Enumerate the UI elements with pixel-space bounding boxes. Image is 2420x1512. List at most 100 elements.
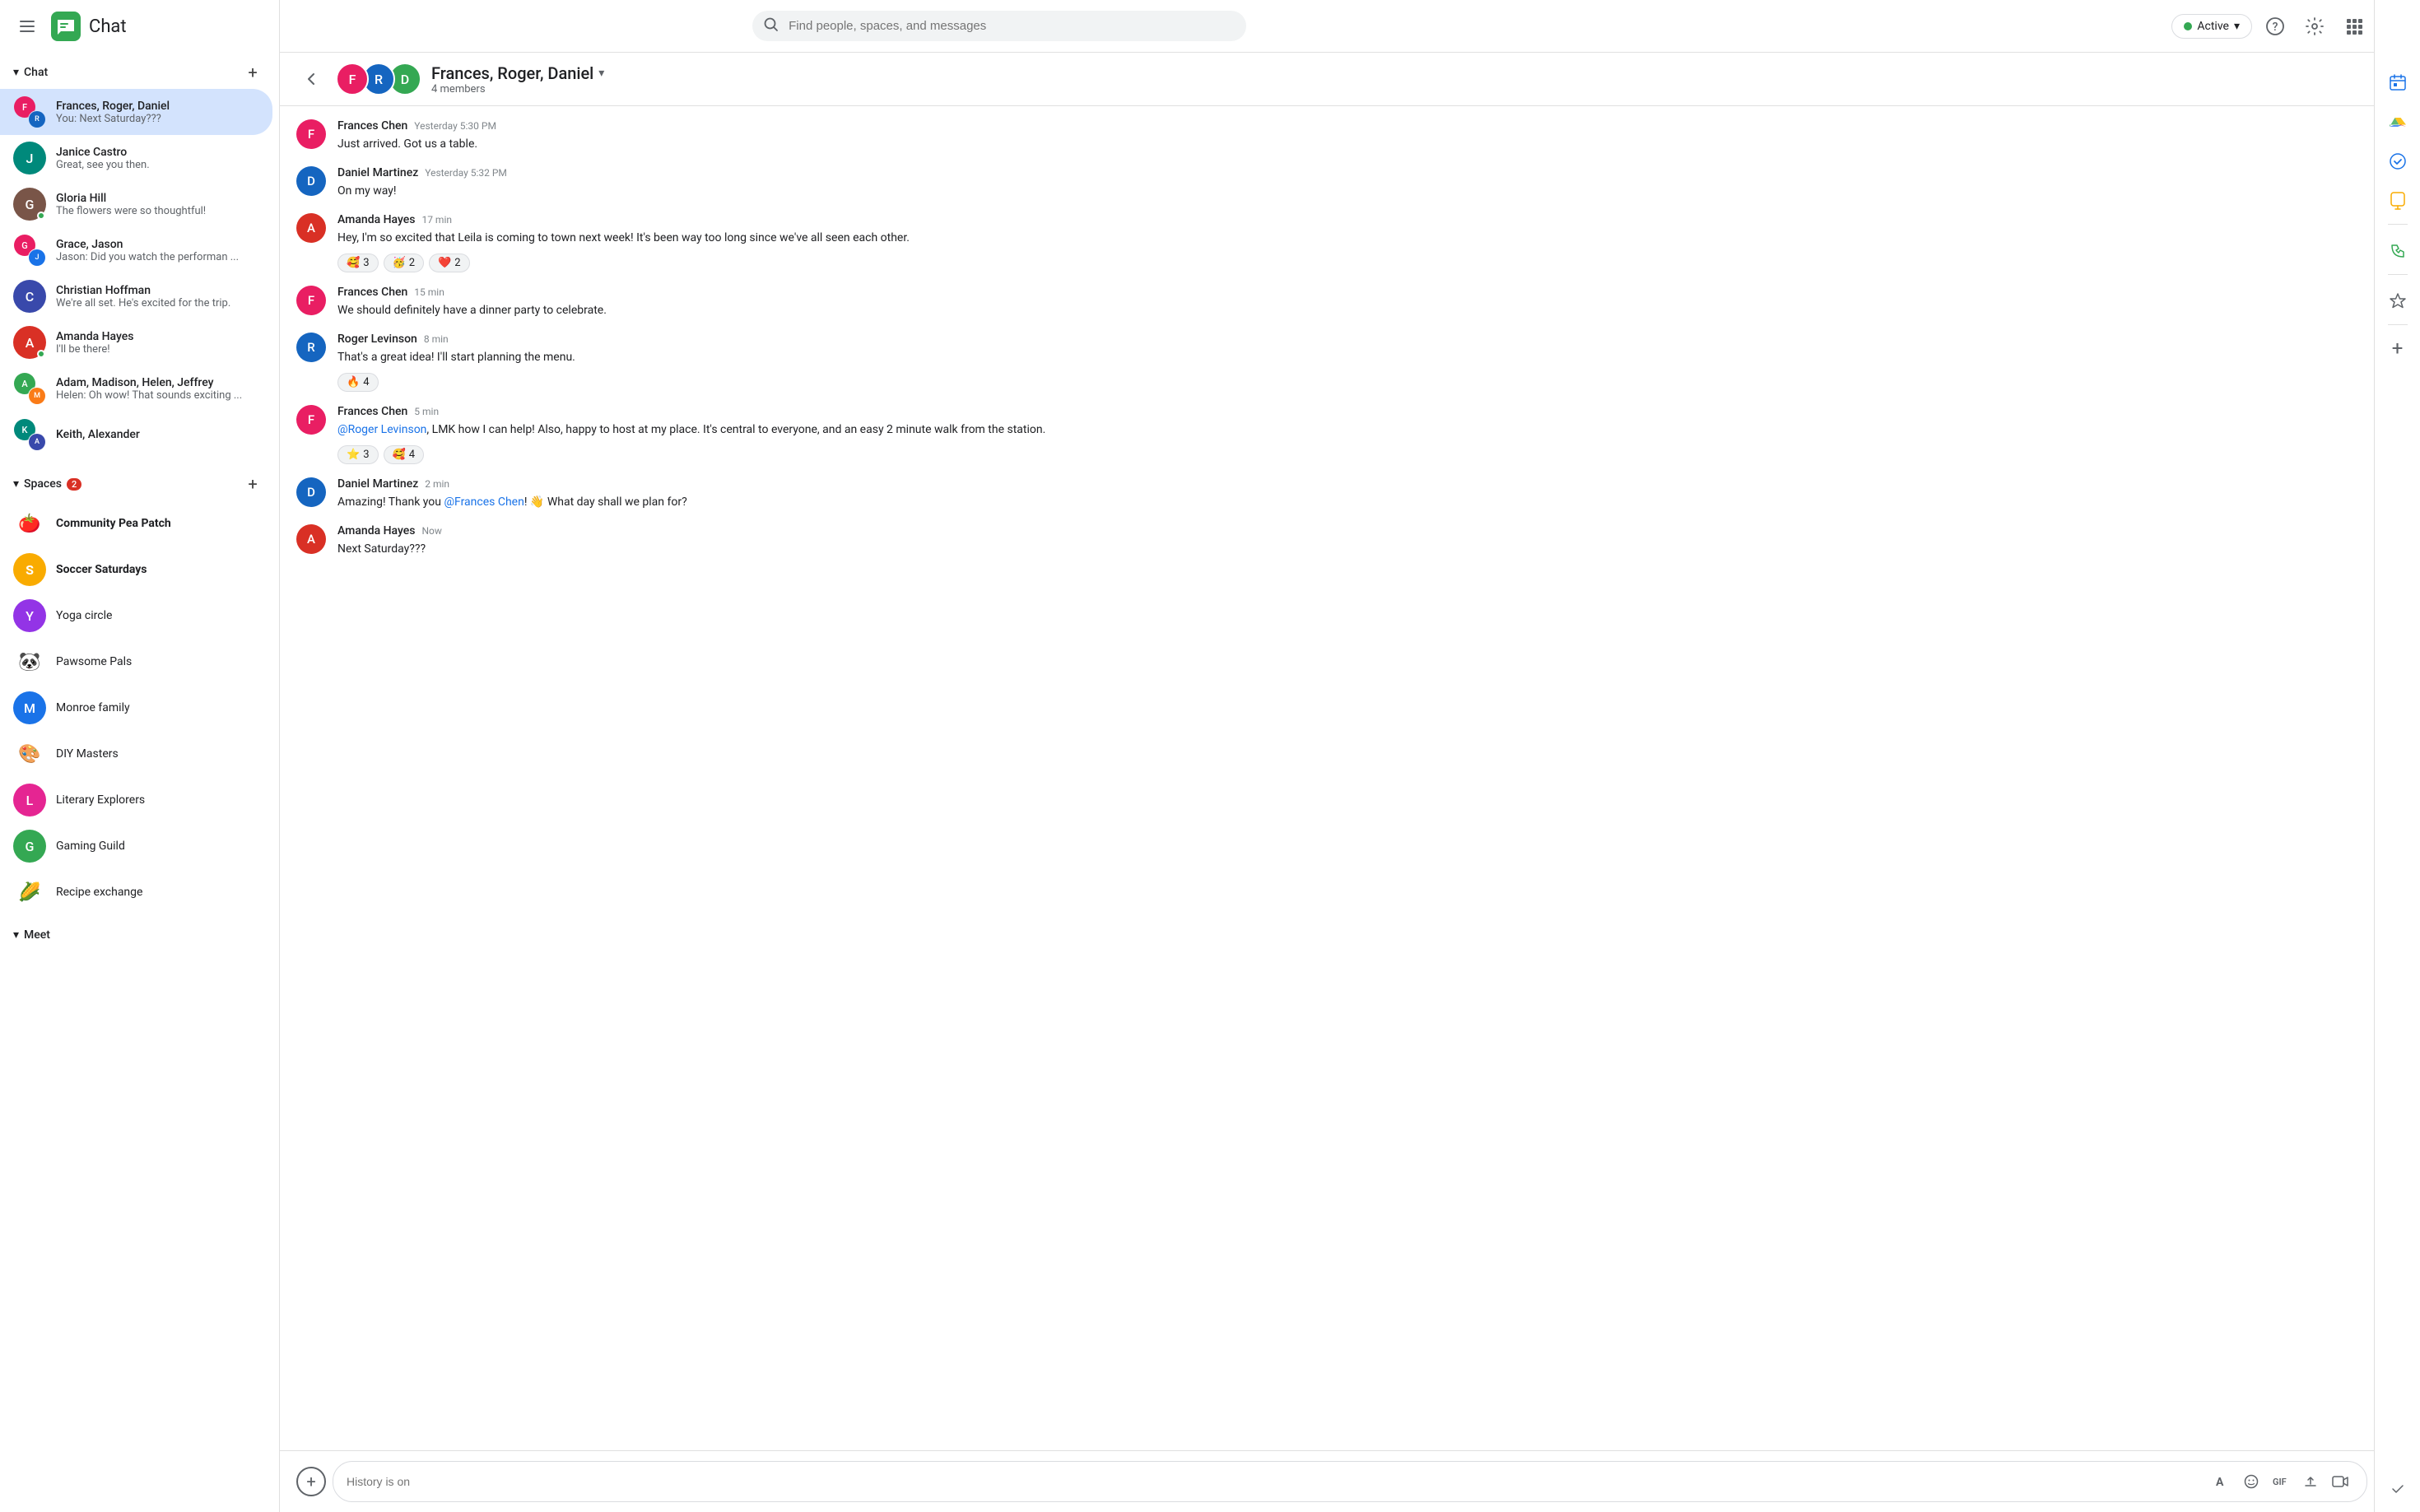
right-divider: [2388, 224, 2408, 225]
svg-text:A: A: [2216, 1476, 2224, 1489]
msg-content-5: Roger Levinson 8 min That's a great idea…: [337, 333, 2404, 392]
add-apps-button[interactable]: +: [2381, 332, 2414, 365]
chat-header: F R D Frances, Roger, Daniel ▾ 4 members: [280, 53, 2420, 106]
space-item-diy-masters[interactable]: 🎨 DIY Masters: [0, 731, 279, 777]
help-button[interactable]: ?: [2259, 10, 2292, 43]
spaces-chevron-icon: ▾: [13, 477, 19, 491]
message-input[interactable]: [347, 1475, 2202, 1488]
meet-chevron-icon: ▾: [13, 928, 19, 942]
message-1: F Frances Chen Yesterday 5:30 PM Just ar…: [296, 119, 2404, 153]
msg-time-1: Yesterday 5:30 PM: [414, 120, 496, 132]
msg-text-5: That's a great idea! I'll start planning…: [337, 349, 2404, 366]
space-icon-recipe: 🌽: [13, 876, 46, 909]
mention-frances-link[interactable]: @Frances Chen: [444, 495, 524, 509]
chat-item-gloria-hill[interactable]: G Gloria Hill The flowers were so though…: [0, 181, 272, 227]
gif-icon[interactable]: GIF: [2268, 1468, 2294, 1495]
space-item-soccer-saturdays[interactable]: S Soccer Saturdays: [0, 547, 279, 593]
star-icon[interactable]: [2381, 285, 2414, 318]
chat-item-janice-castro[interactable]: J Janice Castro Great, see you then.: [0, 135, 272, 181]
space-item-community-pea-patch[interactable]: 🍅 Community Pea Patch: [0, 500, 279, 547]
reaction-5-0[interactable]: 🔥4: [337, 373, 379, 392]
chat-item-grace-jason[interactable]: G J Grace, Jason Jason: Did you watch th…: [0, 227, 272, 273]
chat-header-members: 4 members: [431, 83, 2404, 95]
spaces-section-toggle[interactable]: ▾ Spaces 2: [13, 477, 81, 491]
chat-section-toggle[interactable]: ▾ Chat: [13, 66, 48, 79]
chat-name: Christian Hoffman: [56, 284, 259, 297]
drive-icon[interactable]: [2381, 105, 2414, 138]
messages-area: F Frances Chen Yesterday 5:30 PM Just ar…: [280, 106, 2420, 1450]
space-icon-soccer: S: [13, 553, 46, 586]
meet-section-header: ▾ Meet: [0, 922, 279, 945]
reaction-3-2[interactable]: ❤️2: [429, 254, 470, 272]
msg-content-6: Frances Chen 5 min @Roger Levinson, LMK …: [337, 405, 2404, 464]
chat-avatar-group: F R: [13, 95, 46, 128]
apps-button[interactable]: [2338, 10, 2371, 43]
calendar-icon[interactable]: [2381, 66, 2414, 99]
mention-roger-link[interactable]: @Roger Levinson: [337, 423, 426, 436]
tasks-icon[interactable]: [2381, 145, 2414, 178]
chat-info: Grace, Jason Jason: Did you watch the pe…: [56, 238, 259, 263]
expand-icon[interactable]: [2381, 1472, 2414, 1505]
chat-item-christian-hoffman[interactable]: C Christian Hoffman We're all set. He's …: [0, 273, 272, 319]
space-icon-diy: 🎨: [13, 737, 46, 770]
msg-time-5: 8 min: [424, 333, 449, 345]
chat-item-adam-madison[interactable]: A M Adam, Madison, Helen, Jeffrey Helen:…: [0, 365, 272, 412]
avatar-janice: J: [13, 142, 46, 174]
reactions-6: ⭐3 🥰4: [337, 445, 2404, 464]
hamburger-button[interactable]: [13, 10, 41, 43]
active-status-button[interactable]: Active ▾: [2171, 14, 2252, 39]
reaction-3-1[interactable]: 🥳2: [384, 254, 425, 272]
emoji-icon[interactable]: [2238, 1468, 2264, 1495]
msg-text-4: We should definitely have a dinner party…: [337, 302, 2404, 319]
chat-name: Keith, Alexander: [56, 428, 259, 441]
chat-add-button[interactable]: +: [240, 59, 266, 86]
spaces-add-button[interactable]: +: [240, 471, 266, 497]
msg-sender-7: Daniel Martinez: [337, 477, 418, 491]
app-title: Chat: [89, 16, 127, 37]
settings-button[interactable]: [2298, 10, 2331, 43]
space-item-literary-explorers[interactable]: L Literary Explorers: [0, 777, 279, 823]
avatar-grace-jason: G J: [13, 234, 46, 267]
upload-icon[interactable]: [2297, 1468, 2324, 1495]
svg-text:GIF: GIF: [2273, 1477, 2287, 1487]
msg-text-6: @Roger Levinson, LMK how I can help! Als…: [337, 421, 2404, 439]
header-group-avatars: F R D: [336, 63, 421, 95]
keep-icon[interactable]: [2381, 184, 2414, 217]
meet-section-toggle[interactable]: ▾ Meet: [13, 928, 50, 942]
chat-preview: You: Next Saturday???: [56, 113, 259, 125]
msg-time-8: Now: [421, 525, 441, 537]
reaction-6-1[interactable]: 🥰4: [384, 445, 425, 464]
reaction-6-0[interactable]: ⭐3: [337, 445, 379, 464]
sidebar-header: Chat: [0, 0, 279, 53]
chat-header-name[interactable]: Frances, Roger, Daniel ▾: [431, 63, 2404, 83]
space-item-recipe-exchange[interactable]: 🌽 Recipe exchange: [0, 869, 279, 915]
chat-item-frances-roger-daniel[interactable]: F R Frances, Roger, Daniel You: Next Sat…: [0, 89, 272, 135]
reaction-3-0[interactable]: 🥰3: [337, 254, 379, 272]
space-item-yoga-circle[interactable]: Y Yoga circle: [0, 593, 279, 639]
back-button[interactable]: [296, 64, 326, 94]
space-item-pawsome-pals[interactable]: 🐼 Pawsome Pals: [0, 639, 279, 685]
search-input[interactable]: [752, 11, 1246, 41]
active-dot-icon: [2184, 22, 2192, 30]
avatar-roger: R: [296, 333, 326, 362]
phone-icon[interactable]: [2381, 235, 2414, 268]
input-area: + A: [280, 1450, 2420, 1512]
chat-preview: I'll be there!: [56, 343, 259, 356]
search-icon: [764, 17, 779, 35]
avatar-amanda: A: [13, 326, 46, 359]
msg-time-4: 15 min: [414, 286, 444, 298]
chat-item-keith-alexander[interactable]: K A Keith, Alexander: [0, 412, 272, 458]
space-icon-literary: L: [13, 784, 46, 816]
msg-sender-3: Amanda Hayes: [337, 213, 415, 226]
message-4: F Frances Chen 15 min We should definite…: [296, 286, 2404, 319]
avatar-adam-group: A M: [13, 372, 46, 405]
chat-item-amanda-hayes[interactable]: A Amanda Hayes I'll be there!: [0, 319, 272, 365]
space-item-gaming-guild[interactable]: G Gaming Guild: [0, 823, 279, 869]
space-item-monroe-family[interactable]: M Monroe family: [0, 685, 279, 731]
video-call-icon[interactable]: [2327, 1468, 2353, 1495]
add-message-button[interactable]: +: [296, 1467, 326, 1496]
msg-header-4: Frances Chen 15 min: [337, 286, 2404, 299]
chat-preview: Great, see you then.: [56, 159, 259, 171]
text-format-icon[interactable]: A: [2208, 1468, 2235, 1495]
msg-header-7: Daniel Martinez 2 min: [337, 477, 2404, 491]
